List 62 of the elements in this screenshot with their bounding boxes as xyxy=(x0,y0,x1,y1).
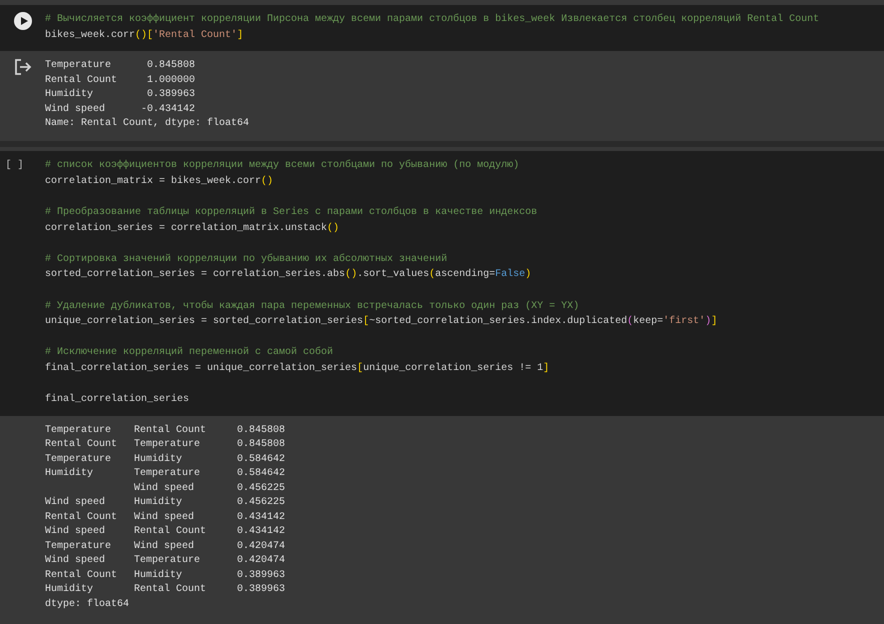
output-cell-text: Humidity xyxy=(134,452,184,467)
output-cell-text: Humidity xyxy=(134,568,184,583)
output-cell-text: 0.584642 xyxy=(237,467,286,482)
output-cell-text: Wind speed xyxy=(45,525,106,540)
output-cell-text: Rental Count xyxy=(45,568,118,583)
code-line: sorted_correlation_series = correlation_series.abs().sort_values(ascending=False) xyxy=(45,268,532,282)
code-line: # список коэффициентов корреляции между всеми столбцами по убыванию (по модулю) xyxy=(45,158,520,174)
play-icon xyxy=(18,16,28,26)
code-line: final_correlation_series xyxy=(45,392,190,408)
output-cell-text: 0.456225 xyxy=(237,496,286,510)
output-cell-text: Wind speed xyxy=(45,554,106,568)
output-cell-text: Humidity xyxy=(45,583,94,598)
code-line: final_correlation_series = unique_correlation_series[unique_correlation_series != 1] xyxy=(45,362,550,376)
output-cell-text: 0.389963 xyxy=(146,88,195,102)
output-cell-text: Temperature xyxy=(134,554,202,568)
output-icon[interactable] xyxy=(14,59,32,76)
code-line: # Исключение корреляций переменной с самой собой xyxy=(45,346,334,360)
output-text: dtype: float64 xyxy=(45,598,130,612)
output-cell-text: 0.845808 xyxy=(237,438,286,452)
output-cell-text: Humidity xyxy=(45,88,94,102)
code-line: correlation_matrix = bikes_week.corr() xyxy=(45,174,274,189)
output-cell-text: -0.434142 xyxy=(140,102,195,117)
code-line: unique_correlation_series = sorted_correlation_series[~sorted_correlation_series.index.duplicated(keep='first')] xyxy=(45,314,718,330)
output-cell-text: Temperature xyxy=(45,59,112,74)
output-cell-text: 0.420474 xyxy=(237,554,286,568)
run-button[interactable] xyxy=(14,12,32,30)
output-cell-text: Rental Count xyxy=(134,424,208,438)
output-cell-text: 0.456225 xyxy=(237,482,286,496)
output-cell-text: 0.389963 xyxy=(237,583,286,598)
code-line: # Удаление дубликатов, чтобы каждая пара переменных встречалась только один раз (XY = YX) xyxy=(45,300,580,314)
execution-count: [ ] xyxy=(5,158,24,174)
output-cell-text: Temperature xyxy=(45,424,112,438)
output-cell-text: 0.845808 xyxy=(146,59,195,74)
code-line: # Сортировка значений корреляции по убыванию их абсолютных значений xyxy=(45,252,448,267)
output-cell-text: Temperature xyxy=(134,438,202,452)
output-cell-text: Wind speed xyxy=(45,496,106,510)
output-cell-text: Wind speed xyxy=(134,482,196,496)
output-text: Name: Rental Count, dtype: float64 xyxy=(45,117,250,132)
output-cell-text: Wind speed xyxy=(45,102,106,117)
output-cell-text: 0.434142 xyxy=(237,510,286,525)
output-cell-text: Humidity xyxy=(45,467,94,482)
output-cell-text: 0.420474 xyxy=(237,540,286,554)
output-cell-text: 1.000000 xyxy=(146,74,195,88)
output-cell-text: Rental Count xyxy=(134,583,208,598)
output-cell-text: Temperature xyxy=(134,467,202,482)
output-cell-text: Rental Count xyxy=(45,510,118,525)
output-cell-text: Wind speed xyxy=(134,510,196,525)
code-line: # Преобразование таблицы корреляций в Series с парами столбцов в качестве индексов xyxy=(45,206,538,220)
output-cell-text: 0.584642 xyxy=(237,452,286,467)
output-cell-text: 0.389963 xyxy=(237,568,286,583)
output-cell-text: 0.845808 xyxy=(237,424,286,438)
output-cell-text: 0.434142 xyxy=(237,525,286,540)
output-cell-text: Temperature xyxy=(45,540,112,554)
output-cell-text: Humidity xyxy=(134,496,184,510)
output-cell-text: Rental Count xyxy=(45,74,118,88)
output-cell-text: Rental Count xyxy=(134,525,208,540)
output-cell-text: Rental Count xyxy=(45,438,118,452)
code-line: correlation_series = correlation_matrix.unstack() xyxy=(45,222,340,236)
code-line: # Вычисляется коэффициент корреляции Пирсона между всеми парами столбцов в bikes_week Извлекается столбец корреляций Rental Count xyxy=(45,12,820,27)
output-cell-text: Wind speed xyxy=(134,540,196,554)
output-cell-text: Temperature xyxy=(45,452,112,467)
code-line: bikes_week.corr()['Rental Count'] xyxy=(45,28,244,43)
